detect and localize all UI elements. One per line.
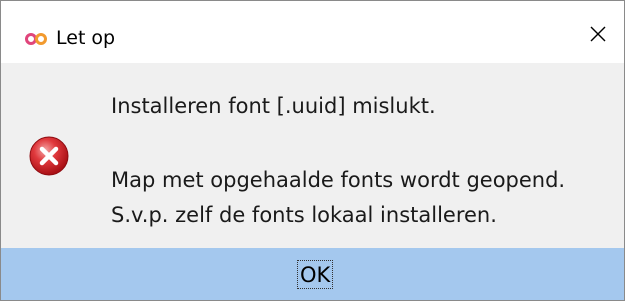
- message-dialog: Let op Installeren font [.uuid] mislukt.…: [0, 0, 625, 301]
- message-area: Installeren font [.uuid] mislukt. Map me…: [1, 63, 624, 248]
- message-line-3: S.v.p. zelf de fonts lokaal installeren.: [111, 203, 497, 227]
- title-bar[interactable]: Let op: [1, 1, 624, 63]
- ok-button[interactable]: OK: [297, 260, 334, 289]
- close-icon: [589, 25, 607, 47]
- message-line-2: Map met opgehaalde fonts wordt geopend.: [111, 168, 566, 192]
- button-bar: OK: [1, 248, 624, 300]
- message-line-1: Installeren font [.uuid] mislukt.: [111, 94, 436, 118]
- window-title: Let op: [56, 27, 116, 49]
- infinity-logo-icon: [25, 31, 47, 45]
- error-icon: [28, 135, 70, 177]
- close-button[interactable]: [575, 13, 621, 59]
